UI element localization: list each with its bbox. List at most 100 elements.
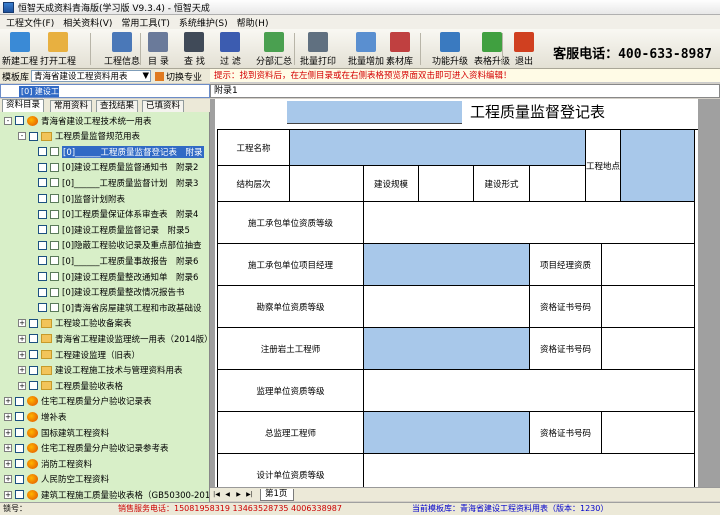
structure-field[interactable] — [290, 166, 364, 202]
field-survey-qual[interactable] — [364, 286, 530, 328]
scale-field[interactable] — [419, 166, 474, 202]
field-chief-supervisor[interactable] — [364, 412, 530, 454]
tree-item[interactable]: [0]______工程质量监督计划 附录3 — [30, 176, 198, 189]
menu-item[interactable]: 系统维护(S) — [179, 16, 228, 29]
menu-item[interactable]: 相关资料(V) — [63, 16, 112, 29]
tree-item[interactable]: + 建设工程施工技术与管理资料用表 — [18, 364, 183, 377]
tree-item-checkbox[interactable] — [29, 334, 38, 344]
tree-item-checkbox[interactable] — [15, 474, 24, 484]
tree-item-checkbox[interactable] — [29, 350, 38, 359]
expand-icon[interactable]: + — [18, 319, 26, 328]
tree-item-checkbox[interactable] — [29, 381, 38, 391]
tree-item[interactable]: + 青海省工程建设监理统一用表（2014版） — [18, 332, 209, 345]
tree-item[interactable]: [0]建设工程质量整改通知单 附录6 — [30, 270, 198, 283]
field-supervision-qual[interactable] — [364, 370, 695, 412]
tree-item[interactable]: - 工程质量监督规范用表 — [18, 130, 140, 143]
toolbar-button-11[interactable]: 功能升级 — [432, 31, 468, 67]
tree-item-checkbox[interactable] — [38, 256, 47, 266]
tree-item[interactable]: + 工程竣工验收备案表 — [18, 317, 132, 330]
tab-2[interactable]: 常用资料 — [50, 100, 93, 112]
catalog-tree[interactable]: - 青海省建设工程技术统一用表 - 工程质量监督规范用表 [0]______工程质量监督… — [0, 112, 210, 502]
tree-item-checkbox[interactable] — [38, 209, 47, 219]
switch-specialty-button[interactable]: 切换专业 — [155, 70, 202, 83]
tree-item[interactable]: - 青海省建设工程技术统一用表 — [4, 114, 152, 127]
field-pm-qual[interactable] — [602, 244, 695, 286]
tree-item[interactable]: [0]工程质量保证体系审查表 附录4 — [30, 208, 198, 221]
first-page-icon[interactable]: |◀ — [212, 490, 221, 499]
toolbar-button-3[interactable]: 工程信息 — [104, 31, 140, 67]
expand-icon[interactable]: + — [18, 366, 26, 375]
expand-icon[interactable]: + — [4, 428, 12, 437]
toolbar-button-6[interactable]: 过 滤 — [220, 31, 241, 67]
tree-item-checkbox[interactable] — [38, 225, 47, 235]
tree-item[interactable]: + 工程质量验收表格 — [18, 379, 123, 392]
tree-item-checkbox[interactable] — [38, 162, 47, 172]
prev-page-icon[interactable]: ◀ — [223, 490, 232, 499]
tree-item-checkbox[interactable] — [15, 396, 24, 406]
expand-icon[interactable]: + — [4, 490, 12, 499]
tree-item[interactable]: + 国标建筑工程资料 — [4, 426, 109, 439]
tree-item-checkbox[interactable] — [29, 318, 38, 328]
tree-item-checkbox[interactable] — [29, 131, 38, 141]
project-name-field[interactable] — [290, 130, 586, 166]
toolbar-button-7[interactable]: 分部汇总 — [256, 31, 292, 67]
menu-item[interactable]: 工程文件(F) — [6, 16, 54, 29]
tree-item-checkbox[interactable] — [38, 240, 47, 250]
toolbar-button-8[interactable]: 批量打印 — [300, 31, 336, 67]
tree-item-checkbox[interactable] — [38, 272, 47, 281]
expand-icon[interactable]: + — [4, 444, 12, 453]
tree-item[interactable]: [0]建设工程质量监督通知书 附录2 — [30, 161, 198, 174]
tree-item[interactable]: + 建筑工程施工质量验收表格（GB50300-201 — [4, 488, 209, 501]
tree-item[interactable]: + 人民防空工程资料 — [4, 473, 109, 486]
expand-icon[interactable]: + — [4, 397, 12, 406]
field-contractor-pm[interactable] — [364, 244, 530, 286]
toolbar-button-4[interactable]: 目 录 — [148, 31, 169, 67]
tree-item[interactable]: [0]______工程质量事故报告 附录6 — [30, 254, 198, 267]
project-location-field[interactable] — [621, 130, 695, 202]
tree-item[interactable]: [0]隐蔽工程验收记录及重点部位抽查 — [30, 239, 202, 252]
expand-icon[interactable]: + — [4, 459, 12, 468]
tree-item[interactable]: + 增补表 — [4, 410, 67, 423]
form-preview-area[interactable]: 工程质量监督登记表 工程名称 工程地点 结构层次 建设规模 建设形式 施工承包单位资质等级施… — [210, 99, 720, 487]
collapse-icon[interactable]: - — [18, 132, 26, 141]
quality-supervision-form[interactable]: 工程质量监督登记表 工程名称 工程地点 结构层次 建设规模 建设形式 施工承包单位资质等级施… — [215, 99, 698, 487]
tab-4[interactable]: 已填资料 — [142, 100, 185, 112]
expand-icon[interactable]: + — [18, 381, 26, 390]
tree-item[interactable]: + 住宅工程质量分户验收记录参考表 — [4, 442, 169, 455]
catalog-root-selector[interactable]: [0] 建设工程资料 — [0, 84, 210, 107]
tree-item-checkbox[interactable] — [29, 365, 38, 375]
construction-form-field[interactable] — [530, 166, 586, 202]
field-design-qual[interactable] — [364, 454, 695, 487]
tree-item[interactable]: + 工程建设监理（旧表） — [18, 348, 140, 361]
toolbar-button-5[interactable]: 查 找 — [184, 31, 205, 67]
tree-item-checkbox[interactable] — [15, 443, 24, 453]
tree-item[interactable]: [0]建设工程质量整改情况报告书 — [30, 286, 185, 299]
tree-item[interactable]: + 住宅工程质量分户验收记录表 — [4, 395, 152, 408]
tree-item[interactable]: [0]建设工程质量监督记录 附录5 — [30, 223, 190, 236]
tree-item[interactable]: [0]监督计划附表 — [30, 192, 125, 205]
field-geo-engineer[interactable] — [364, 328, 530, 370]
field-cert-no-3[interactable] — [602, 412, 695, 454]
tab-3[interactable]: 查找结果 — [96, 100, 139, 112]
library-select[interactable]: 青海省建设工程资料用表 ▼ — [31, 70, 152, 82]
field-cert-no-1[interactable] — [602, 286, 695, 328]
tree-item[interactable]: [0]______工程质量监督登记表 附录 — [30, 145, 204, 158]
tree-item-checkbox[interactable] — [15, 116, 24, 125]
tab-1[interactable]: 资料目录 — [2, 99, 45, 112]
last-page-icon[interactable]: ▶| — [245, 490, 254, 499]
tree-item-checkbox[interactable] — [15, 412, 24, 422]
toolbar-button-13[interactable]: 退出 — [514, 31, 534, 67]
menu-item[interactable]: 帮助(H) — [237, 16, 269, 29]
collapse-icon[interactable]: - — [4, 116, 12, 125]
tree-item-checkbox[interactable] — [38, 287, 47, 297]
tree-item-checkbox[interactable] — [38, 303, 47, 313]
field-cert-no-2[interactable] — [602, 328, 695, 370]
toolbar-button-12[interactable]: 表格升级 — [474, 31, 510, 67]
tree-item-checkbox[interactable] — [15, 490, 24, 500]
field-contractor-qual[interactable] — [364, 202, 695, 244]
tree-item-checkbox[interactable] — [38, 194, 47, 203]
toolbar-button-9[interactable]: 批量增加 — [348, 31, 384, 67]
tree-item-checkbox[interactable] — [15, 459, 24, 469]
expand-icon[interactable]: + — [4, 412, 12, 421]
toolbar-button-1[interactable]: 新建工程 — [2, 31, 38, 67]
